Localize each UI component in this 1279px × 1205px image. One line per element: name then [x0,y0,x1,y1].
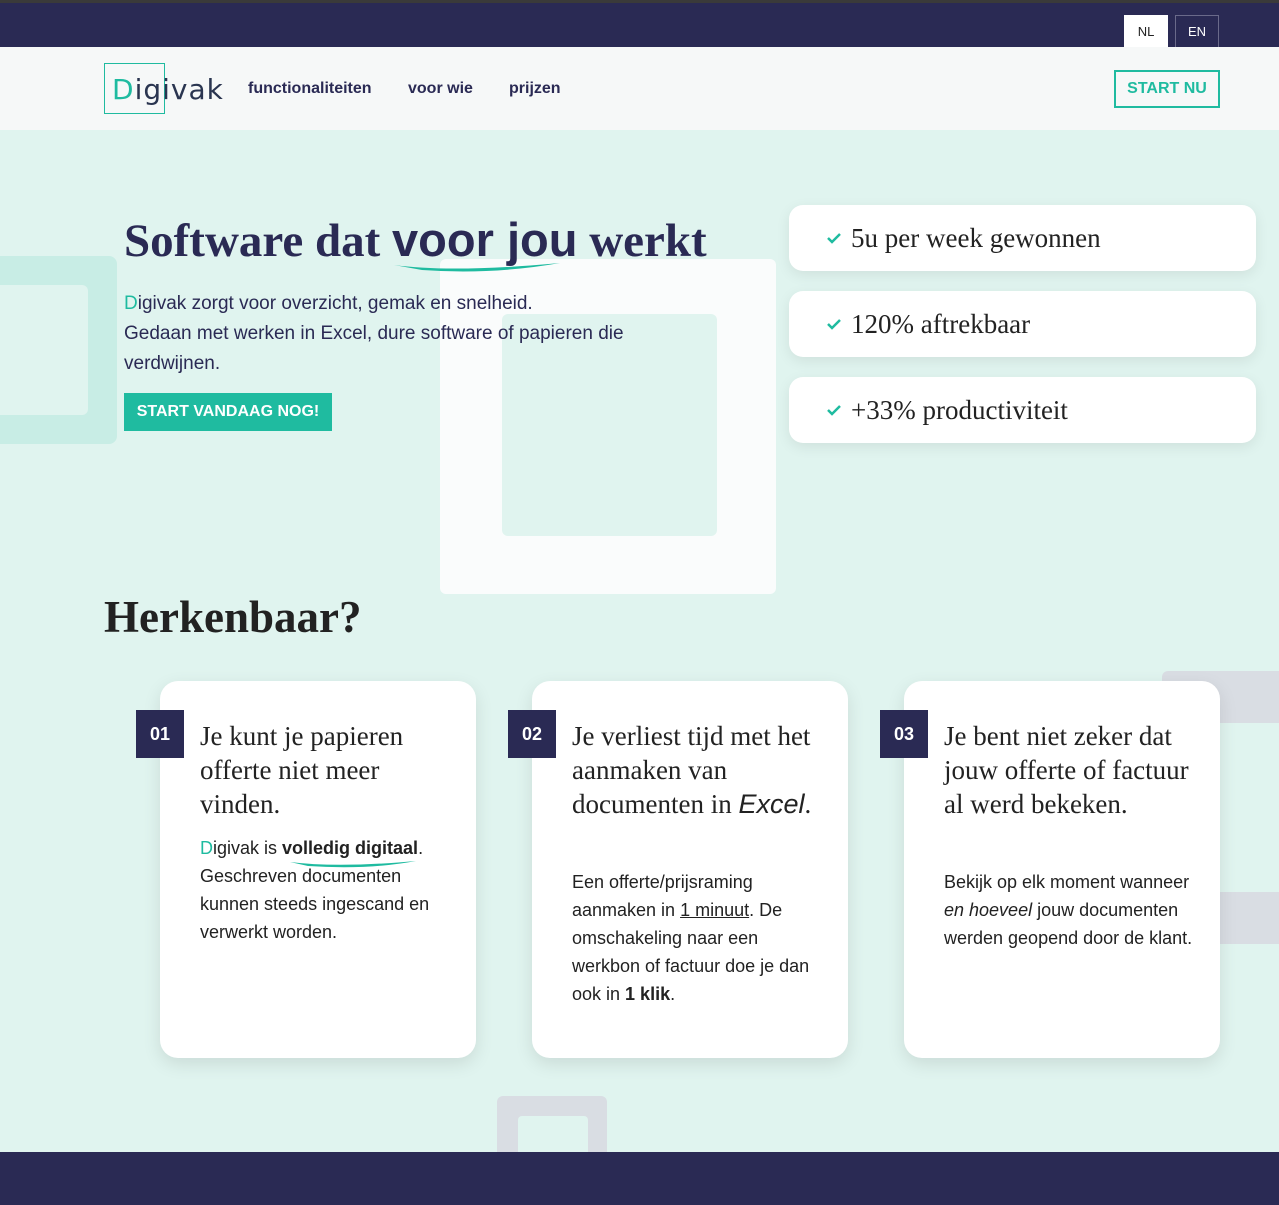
hero-text-line2: Gedaan met werken in Excel, dure softwar… [124,323,624,374]
top-bar [0,0,1279,47]
hero-title-highlight: voor jou [392,212,577,272]
hero-text: Digivak zorgt voor overzicht, gemak en s… [124,289,684,379]
card-body-underline: 1 minuut [680,900,750,920]
check-icon [827,319,841,330]
decorative-square-inner [0,285,88,415]
benefit-card: 120% aftrekbaar [789,291,1256,357]
card-body: Bekijk op elk moment wanneer en hoeveel … [944,868,1194,952]
logo-text: Digivak [112,73,224,106]
card-title: Je bent niet zeker dat jouw offerte of f… [944,721,1189,819]
card-body-strong: 1 klik [625,984,671,1004]
check-icon [827,233,841,244]
logo-rest: igivak [134,73,224,106]
nav-item-prijzen[interactable]: prijzen [509,80,561,98]
problem-card: Je bent niet zeker dat jouw offerte of f… [904,681,1220,1058]
logo-first-letter: D [112,73,135,106]
hero-text-first-letter: D [124,293,138,314]
card-body-text: . [670,984,676,1004]
hero-text-line1-rest: igivak zorgt voor overzicht, gemak en sn… [137,293,533,314]
card-body-italic: en hoeveel [944,900,1033,920]
problem-card: Je verliest tijd met het aanmaken van do… [532,681,848,1058]
card-body-emphasis: volledig digitaal [282,834,419,868]
problem-card: Je kunt je papieren offerte niet meer vi… [160,681,476,1058]
section-title: Herkenbaar? [104,592,362,642]
start-nu-button[interactable]: START NU [1114,70,1220,108]
card-body-text: Bekijk op elk moment wanneer [944,872,1190,892]
card-number-badge: 01 [136,710,184,758]
card-title-italic: Excel [738,789,805,819]
hero-text-line1: Digivak zorgt voor overzicht, gemak en s… [124,289,684,319]
hero-title-after: werkt [577,215,707,267]
language-en-button[interactable]: EN [1175,15,1219,47]
card-body-emphasis-text: volledig digitaal [282,838,419,858]
card-body: Een offerte/prijsraming aanmaken in 1 mi… [572,868,826,1008]
benefit-card: +33% productiviteit [789,377,1256,443]
card-title-text: . [804,789,812,819]
nav-item-voor-wie[interactable]: voor wie [408,80,473,98]
brush-underline-icon [290,861,417,868]
card-body-text: igivak is [213,838,283,858]
card-number-badge: 03 [880,710,928,758]
brush-underline-icon [394,263,561,272]
card-body: Digivak is volledig digitaal. Geschreven… [200,834,450,946]
check-icon [827,405,841,416]
logo[interactable]: Digivak [104,63,223,114]
nav-item-functionaliteiten[interactable]: functionaliteiten [248,80,372,98]
benefit-card: 5u per week gewonnen [789,205,1256,271]
card-body-first-letter: D [200,838,213,858]
hero-title: Software dat voor jou werkt [124,212,707,272]
language-nl-button[interactable]: NL [1124,15,1168,47]
benefit-text: 5u per week gewonnen [851,222,1101,253]
navbar: Digivak functionaliteiten voor wie prijz… [0,47,1279,130]
footer [0,1152,1279,1205]
card-number-badge: 02 [508,710,556,758]
card-title: Je verliest tijd met het aanmaken van do… [572,719,822,821]
benefit-text: 120% aftrekbaar [851,308,1031,339]
benefit-text: +33% productiviteit [851,394,1068,425]
hero-title-before: Software dat [124,215,393,267]
card-title: Je kunt je papieren offerte niet meer vi… [200,721,404,819]
start-vandaag-button[interactable]: START VANDAAG NOG! [124,393,332,431]
